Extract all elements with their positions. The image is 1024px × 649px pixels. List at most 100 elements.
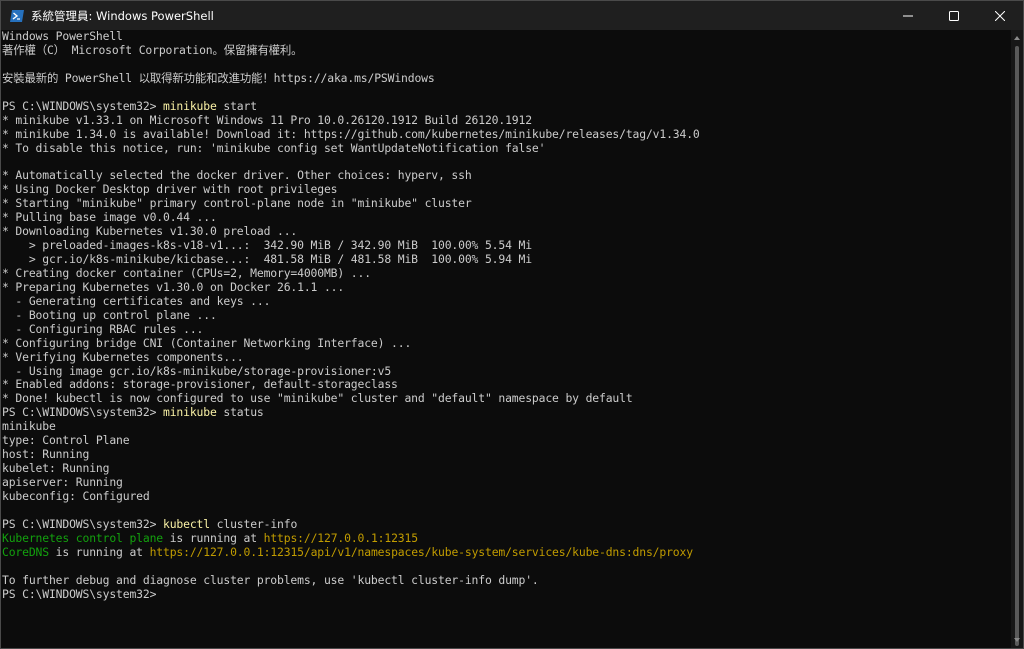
output-text: * minikube 1.34.0 is available! Download… <box>2 126 700 141</box>
terminal-line: 安裝最新的 PowerShell 以取得新功能和改進功能！https://aka… <box>2 70 1011 86</box>
output-text: PS C:\WINDOWS\system32> <box>2 516 163 531</box>
terminal-line: Windows PowerShell <box>2 30 1011 44</box>
terminal-line: * Pulling base image v0.0.44 ... <box>2 210 1011 225</box>
powershell-icon <box>9 8 25 24</box>
output-text: - Configuring RBAC rules ... <box>2 321 204 336</box>
window-controls <box>885 1 1023 30</box>
output-text: * Enabled addons: storage-provisioner, d… <box>2 377 398 392</box>
terminal-line: PS C:\WINDOWS\system32> <box>2 586 1011 602</box>
terminal-line: * Using Docker Desktop driver with root … <box>2 182 1011 197</box>
output-text: * minikube v1.33.1 on Microsoft Windows … <box>2 112 532 127</box>
output-text: * Configuring bridge CNI (Container Netw… <box>2 335 412 350</box>
minimize-button[interactable] <box>885 1 931 30</box>
terminal-line: minikube <box>2 419 1011 434</box>
vertical-scrollbar[interactable] <box>1011 30 1023 648</box>
terminal-line: apiserver: Running <box>2 475 1011 490</box>
terminal-line: * minikube v1.33.1 on Microsoft Windows … <box>2 112 1011 128</box>
terminal-line: > preloaded-images-k8s-v18-v1...: 342.90… <box>2 238 1011 253</box>
terminal-line: - Using image gcr.io/k8s-minikube/storag… <box>2 363 1011 379</box>
output-text: PS C:\WINDOWS\system32> <box>2 586 157 601</box>
output-text: kubeconfig: Configured <box>2 488 150 503</box>
maximize-button[interactable] <box>931 1 977 30</box>
output-text: https://127.0.0.1:12315/api/v1/namespace… <box>149 544 693 559</box>
output-text: CoreDNS <box>2 544 49 559</box>
output-text: cluster-info <box>209 516 298 531</box>
output-text: * To disable this notice, run: 'minikube… <box>2 140 546 155</box>
terminal-line: * To disable this notice, run: 'minikube… <box>2 140 1011 156</box>
output-text: * Creating docker container (CPUs=2, Mem… <box>2 265 371 280</box>
close-button[interactable] <box>977 1 1023 30</box>
output-text: Windows PowerShell <box>2 30 123 43</box>
output-text: apiserver: Running <box>2 475 123 489</box>
output-text: is running at <box>48 544 150 559</box>
output-text: 著作權（C） Microsoft Corporation。保留擁有權利。 <box>2 42 303 57</box>
terminal-line: PS C:\WINDOWS\system32> minikube status <box>2 405 1011 420</box>
terminal-line: Kubernetes control plane is running at h… <box>2 530 1011 546</box>
output-text: * Pulling base image v0.0.44 ... <box>2 210 217 225</box>
title-bar[interactable]: 系統管理員: Windows PowerShell <box>1 1 1023 30</box>
output-text: Kubernetes control plane <box>2 530 163 545</box>
output-text: * Verifying Kubernetes components... <box>2 349 244 364</box>
output-text: kubelet: Running <box>2 461 110 476</box>
output-text: start <box>216 98 257 113</box>
command-text: kubectl <box>163 516 210 531</box>
output-text: * Done! kubectl is now configured to use… <box>2 391 633 406</box>
command-text: minikube <box>163 98 217 113</box>
terminal-line: * Done! kubectl is now configured to use… <box>2 391 1011 406</box>
terminal-line: - Configuring RBAC rules ... <box>2 321 1011 337</box>
output-text: PS C:\WINDOWS\system32> <box>2 98 163 113</box>
powershell-window: 系統管理員: Windows PowerShell Windows PowerS… <box>0 0 1024 649</box>
terminal-line: PS C:\WINDOWS\system32> minikube start <box>2 98 1011 114</box>
terminal-line: PS C:\WINDOWS\system32> kubectl cluster-… <box>2 516 1011 532</box>
terminal-line: > gcr.io/k8s-minikube/kicbase...: 481.58… <box>2 252 1011 267</box>
output-text: PS C:\WINDOWS\system32> <box>2 405 163 420</box>
terminal-line: To further debug and diagnose cluster pr… <box>2 572 1011 588</box>
terminal-line: * Starting "minikube" primary control-pl… <box>2 196 1011 211</box>
window-title: 系統管理員: Windows PowerShell <box>31 8 214 23</box>
terminal-line: kubeconfig: Configured <box>2 488 1011 504</box>
scroll-down-icon[interactable] <box>1011 634 1023 646</box>
terminal-line: 著作權（C） Microsoft Corporation。保留擁有權利。 <box>2 42 1011 58</box>
terminal-line: * Preparing Kubernetes v1.30.0 on Docker… <box>2 279 1011 295</box>
scroll-up-icon[interactable] <box>1011 32 1023 44</box>
output-text: - Using image gcr.io/k8s-minikube/storag… <box>2 363 392 378</box>
output-text: * Preparing Kubernetes v1.30.0 on Docker… <box>2 279 345 294</box>
output-text: host: Running <box>2 447 90 462</box>
terminal-output[interactable]: Windows PowerShell 著作權（C） Microsoft Corpo… <box>1 30 1011 648</box>
output-text: - Generating certificates and keys ... <box>2 293 271 308</box>
terminal-line: type: Control Plane <box>2 433 1011 448</box>
output-text: https://127.0.0.1:12315 <box>263 530 418 545</box>
scrollbar-thumb[interactable] <box>1015 46 1019 646</box>
terminal-line: kubelet: Running <box>2 461 1011 476</box>
terminal-line: * Creating docker container (CPUs=2, Mem… <box>2 265 1011 281</box>
output-text: > preloaded-images-k8s-v18-v1...: 342.90… <box>2 238 532 253</box>
output-text: status <box>216 405 264 420</box>
output-text: - Booting up control plane ... <box>2 307 217 322</box>
command-text: minikube <box>163 405 217 420</box>
terminal-line: * Enabled addons: storage-provisioner, d… <box>2 377 1011 392</box>
close-icon <box>995 10 1005 21</box>
terminal-line: * Downloading Kubernetes v1.30.0 preload… <box>2 224 1011 239</box>
terminal-line: - Booting up control plane ... <box>2 307 1011 323</box>
terminal-line: host: Running <box>2 447 1011 462</box>
terminal-line: CoreDNS is running at https://127.0.0.1:… <box>2 544 1011 560</box>
output-text: To further debug and diagnose cluster pr… <box>2 572 539 587</box>
output-text: * Using Docker Desktop driver with root … <box>2 182 338 197</box>
terminal-line: * minikube 1.34.0 is available! Download… <box>2 126 1011 142</box>
terminal-line: * Automatically selected the docker driv… <box>2 168 1011 183</box>
terminal-line: - Generating certificates and keys ... <box>2 293 1011 309</box>
output-text: 安裝最新的 PowerShell 以取得新功能和改進功能！https://aka… <box>2 70 435 85</box>
maximize-icon <box>949 10 959 21</box>
output-text: * Automatically selected the docker driv… <box>2 168 472 183</box>
output-text: is running at <box>163 530 264 545</box>
output-text: minikube <box>2 419 56 434</box>
output-text: > gcr.io/k8s-minikube/kicbase...: 481.58… <box>2 252 532 266</box>
output-text: * Starting "minikube" primary control-pl… <box>2 196 472 211</box>
minimize-icon <box>903 11 913 21</box>
terminal-line: * Verifying Kubernetes components... <box>2 349 1011 365</box>
